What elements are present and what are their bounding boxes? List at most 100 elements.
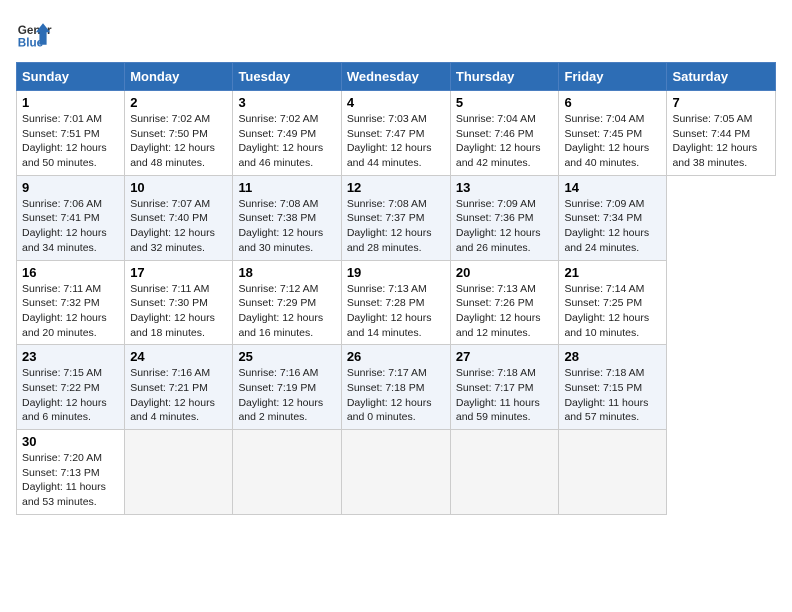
day-info: Sunrise: 7:20 AMSunset: 7:13 PMDaylight:…	[22, 451, 119, 510]
day-number: 20	[456, 265, 554, 280]
calendar-cell: 11 Sunrise: 7:08 AMSunset: 7:38 PMDayligh…	[233, 175, 341, 260]
day-info: Sunrise: 7:07 AMSunset: 7:40 PMDaylight:…	[130, 197, 227, 256]
calendar-cell: 19 Sunrise: 7:13 AMSunset: 7:28 PMDayligh…	[341, 260, 450, 345]
calendar-cell: 20 Sunrise: 7:13 AMSunset: 7:26 PMDayligh…	[450, 260, 559, 345]
day-number: 3	[238, 95, 335, 110]
calendar-cell: 27 Sunrise: 7:18 AMSunset: 7:17 PMDayligh…	[450, 345, 559, 430]
calendar-cell	[450, 430, 559, 515]
calendar-cell: 12 Sunrise: 7:08 AMSunset: 7:37 PMDayligh…	[341, 175, 450, 260]
day-number: 9	[22, 180, 119, 195]
day-info: Sunrise: 7:06 AMSunset: 7:41 PMDaylight:…	[22, 197, 119, 256]
day-info: Sunrise: 7:11 AMSunset: 7:30 PMDaylight:…	[130, 282, 227, 341]
day-info: Sunrise: 7:16 AMSunset: 7:21 PMDaylight:…	[130, 366, 227, 425]
day-number: 7	[672, 95, 770, 110]
day-info: Sunrise: 7:04 AMSunset: 7:46 PMDaylight:…	[456, 112, 554, 171]
calendar-week: 23 Sunrise: 7:15 AMSunset: 7:22 PMDayligh…	[17, 345, 776, 430]
calendar-cell	[233, 430, 341, 515]
day-number: 25	[238, 349, 335, 364]
weekday-header: Thursday	[450, 63, 559, 91]
day-info: Sunrise: 7:09 AMSunset: 7:34 PMDaylight:…	[564, 197, 661, 256]
calendar-cell: 6 Sunrise: 7:04 AMSunset: 7:45 PMDaylight…	[559, 91, 667, 176]
day-info: Sunrise: 7:05 AMSunset: 7:44 PMDaylight:…	[672, 112, 770, 171]
day-number: 5	[456, 95, 554, 110]
day-info: Sunrise: 7:15 AMSunset: 7:22 PMDaylight:…	[22, 366, 119, 425]
day-info: Sunrise: 7:17 AMSunset: 7:18 PMDaylight:…	[347, 366, 445, 425]
day-number: 13	[456, 180, 554, 195]
day-number: 21	[564, 265, 661, 280]
day-number: 4	[347, 95, 445, 110]
day-number: 24	[130, 349, 227, 364]
logo: General Blue	[16, 16, 52, 52]
day-info: Sunrise: 7:03 AMSunset: 7:47 PMDaylight:…	[347, 112, 445, 171]
calendar-cell: 24 Sunrise: 7:16 AMSunset: 7:21 PMDayligh…	[125, 345, 233, 430]
day-number: 14	[564, 180, 661, 195]
calendar-cell: 28 Sunrise: 7:18 AMSunset: 7:15 PMDayligh…	[559, 345, 667, 430]
day-info: Sunrise: 7:12 AMSunset: 7:29 PMDaylight:…	[238, 282, 335, 341]
calendar-cell: 4 Sunrise: 7:03 AMSunset: 7:47 PMDaylight…	[341, 91, 450, 176]
calendar-cell	[341, 430, 450, 515]
day-number: 17	[130, 265, 227, 280]
calendar-header: SundayMondayTuesdayWednesdayThursdayFrid…	[17, 63, 776, 91]
calendar-week: 1 Sunrise: 7:01 AMSunset: 7:51 PMDaylight…	[17, 91, 776, 176]
calendar-cell: 25 Sunrise: 7:16 AMSunset: 7:19 PMDayligh…	[233, 345, 341, 430]
calendar-cell: 3 Sunrise: 7:02 AMSunset: 7:49 PMDaylight…	[233, 91, 341, 176]
day-number: 2	[130, 95, 227, 110]
day-info: Sunrise: 7:02 AMSunset: 7:50 PMDaylight:…	[130, 112, 227, 171]
calendar-cell: 1 Sunrise: 7:01 AMSunset: 7:51 PMDaylight…	[17, 91, 125, 176]
calendar-week: 30 Sunrise: 7:20 AMSunset: 7:13 PMDayligh…	[17, 430, 776, 515]
day-info: Sunrise: 7:08 AMSunset: 7:38 PMDaylight:…	[238, 197, 335, 256]
calendar-cell: 13 Sunrise: 7:09 AMSunset: 7:36 PMDayligh…	[450, 175, 559, 260]
day-info: Sunrise: 7:16 AMSunset: 7:19 PMDaylight:…	[238, 366, 335, 425]
day-info: Sunrise: 7:08 AMSunset: 7:37 PMDaylight:…	[347, 197, 445, 256]
day-number: 27	[456, 349, 554, 364]
calendar-cell: 26 Sunrise: 7:17 AMSunset: 7:18 PMDayligh…	[341, 345, 450, 430]
weekday-header: Sunday	[17, 63, 125, 91]
calendar-cell: 10 Sunrise: 7:07 AMSunset: 7:40 PMDayligh…	[125, 175, 233, 260]
calendar-cell: 16 Sunrise: 7:11 AMSunset: 7:32 PMDayligh…	[17, 260, 125, 345]
day-number: 19	[347, 265, 445, 280]
day-number: 30	[22, 434, 119, 449]
day-info: Sunrise: 7:18 AMSunset: 7:17 PMDaylight:…	[456, 366, 554, 425]
day-number: 16	[22, 265, 119, 280]
calendar-cell: 23 Sunrise: 7:15 AMSunset: 7:22 PMDayligh…	[17, 345, 125, 430]
day-info: Sunrise: 7:02 AMSunset: 7:49 PMDaylight:…	[238, 112, 335, 171]
day-info: Sunrise: 7:18 AMSunset: 7:15 PMDaylight:…	[564, 366, 661, 425]
calendar-cell	[125, 430, 233, 515]
day-info: Sunrise: 7:04 AMSunset: 7:45 PMDaylight:…	[564, 112, 661, 171]
day-info: Sunrise: 7:11 AMSunset: 7:32 PMDaylight:…	[22, 282, 119, 341]
weekday-header: Tuesday	[233, 63, 341, 91]
weekday-header: Friday	[559, 63, 667, 91]
calendar-cell: 17 Sunrise: 7:11 AMSunset: 7:30 PMDayligh…	[125, 260, 233, 345]
day-number: 23	[22, 349, 119, 364]
day-info: Sunrise: 7:13 AMSunset: 7:28 PMDaylight:…	[347, 282, 445, 341]
page-header: General Blue	[16, 16, 776, 52]
calendar-week: 9 Sunrise: 7:06 AMSunset: 7:41 PMDaylight…	[17, 175, 776, 260]
calendar-cell: 2 Sunrise: 7:02 AMSunset: 7:50 PMDaylight…	[125, 91, 233, 176]
calendar-cell: 14 Sunrise: 7:09 AMSunset: 7:34 PMDayligh…	[559, 175, 667, 260]
day-number: 28	[564, 349, 661, 364]
weekday-header: Monday	[125, 63, 233, 91]
day-info: Sunrise: 7:13 AMSunset: 7:26 PMDaylight:…	[456, 282, 554, 341]
day-number: 10	[130, 180, 227, 195]
calendar-cell: 30 Sunrise: 7:20 AMSunset: 7:13 PMDayligh…	[17, 430, 125, 515]
day-info: Sunrise: 7:14 AMSunset: 7:25 PMDaylight:…	[564, 282, 661, 341]
calendar-cell: 5 Sunrise: 7:04 AMSunset: 7:46 PMDaylight…	[450, 91, 559, 176]
day-number: 1	[22, 95, 119, 110]
calendar-cell: 7 Sunrise: 7:05 AMSunset: 7:44 PMDaylight…	[667, 91, 776, 176]
weekday-header: Wednesday	[341, 63, 450, 91]
logo-icon: General Blue	[16, 16, 52, 52]
calendar-cell: 9 Sunrise: 7:06 AMSunset: 7:41 PMDaylight…	[17, 175, 125, 260]
day-info: Sunrise: 7:09 AMSunset: 7:36 PMDaylight:…	[456, 197, 554, 256]
weekday-header: Saturday	[667, 63, 776, 91]
calendar-week: 16 Sunrise: 7:11 AMSunset: 7:32 PMDayligh…	[17, 260, 776, 345]
calendar-cell: 18 Sunrise: 7:12 AMSunset: 7:29 PMDayligh…	[233, 260, 341, 345]
day-number: 18	[238, 265, 335, 280]
day-number: 6	[564, 95, 661, 110]
day-number: 26	[347, 349, 445, 364]
calendar-table: SundayMondayTuesdayWednesdayThursdayFrid…	[16, 62, 776, 515]
day-info: Sunrise: 7:01 AMSunset: 7:51 PMDaylight:…	[22, 112, 119, 171]
day-number: 11	[238, 180, 335, 195]
calendar-cell: 21 Sunrise: 7:14 AMSunset: 7:25 PMDayligh…	[559, 260, 667, 345]
calendar-cell	[559, 430, 667, 515]
day-number: 12	[347, 180, 445, 195]
